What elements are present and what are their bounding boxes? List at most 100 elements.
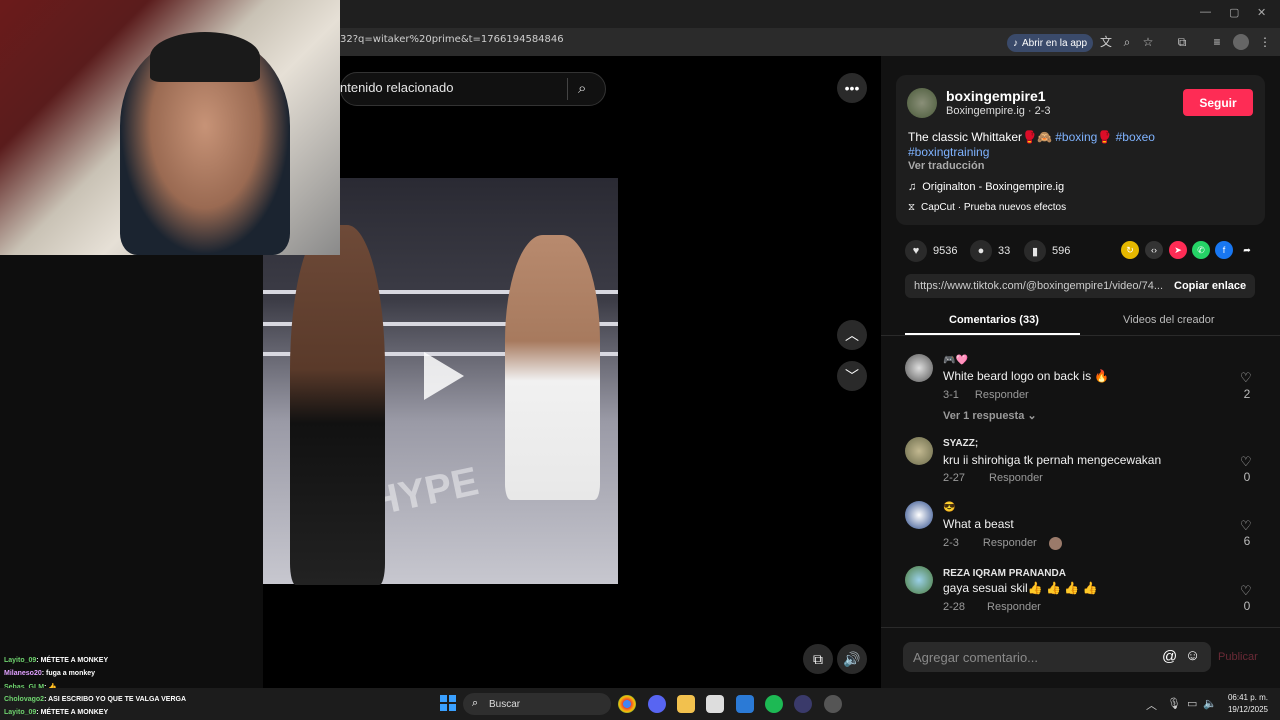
address-bar[interactable]: 32?q=witaker%20prime&t=1766194584846 [340, 34, 564, 45]
reading-list-icon[interactable]: ≡ [1209, 34, 1225, 50]
more-options-icon[interactable]: ••• [837, 73, 867, 103]
comment-like-count: 2 [1243, 387, 1251, 401]
tray-chevron-icon[interactable]: ︿ [1146, 697, 1157, 713]
next-video-icon[interactable]: ﹀ [837, 361, 867, 391]
reply-button[interactable]: Responder [983, 537, 1037, 550]
commenter-avatar[interactable] [905, 501, 933, 529]
whatsapp-icon[interactable]: ✆ [1192, 241, 1210, 259]
search-divider [567, 78, 568, 100]
hashtag-link[interactable]: #boxingtraining [908, 145, 989, 159]
search-input[interactable]: ntenido relacionado [340, 80, 453, 95]
chat-message: Milaneso20: fuga a monkey [4, 670, 96, 677]
translate-icon[interactable]: 文 [1098, 34, 1114, 50]
heart-icon: ♥ [905, 240, 927, 262]
comment-meta: 2-28 Responder [943, 601, 1041, 613]
comment-like-icon[interactable]: ♡ [1240, 518, 1252, 534]
comment-author[interactable]: SYAZZ; [943, 438, 978, 449]
file-explorer-taskbar-icon[interactable] [677, 695, 695, 713]
tab-comments[interactable]: Comentarios (33) [949, 314, 1039, 326]
windows-start-icon[interactable] [440, 695, 456, 711]
tab-creator-videos[interactable]: Videos del creador [1123, 314, 1215, 326]
copy-link-button[interactable]: Copiar enlace [1174, 280, 1246, 292]
video-fighter [505, 235, 600, 500]
taskbar-search[interactable] [463, 693, 611, 715]
bookmark-icon: ▮ [1024, 240, 1046, 262]
taskbar-time[interactable]: 06:41 p. m. [1222, 693, 1268, 702]
obs-taskbar-icon[interactable] [824, 695, 842, 713]
effect-row[interactable]: ⧖ CapCut · Prueba nuevos efectos [908, 202, 1066, 213]
follow-button[interactable]: Seguir [1183, 89, 1253, 116]
publish-button[interactable]: Publicar [1218, 651, 1258, 663]
reply-button[interactable]: Responder [989, 472, 1043, 484]
hashtag-link[interactable]: #boxing [1055, 130, 1097, 144]
video-url: https://www.tiktok.com/@boxingempire1/vi… [914, 280, 1163, 292]
commenter-avatar[interactable] [905, 566, 933, 594]
comment-meta: 2-3 Responder [943, 537, 1062, 550]
music-note-icon: ♫ [908, 181, 917, 193]
emoji-icon[interactable]: ☺ [1185, 647, 1200, 664]
comment-author[interactable]: REZA IQRAM PRANANDA [943, 568, 1066, 579]
profile-avatar[interactable] [1233, 34, 1249, 50]
taskbar-date[interactable]: 19/12/2025 [1222, 705, 1268, 714]
comment-meta: 3-1 Responder [943, 389, 1029, 401]
comment-text: gaya sesuai skil👍 👍 👍 👍 [943, 581, 1098, 595]
comment-stat[interactable]: ● 33 [970, 240, 1010, 262]
store-taskbar-icon[interactable] [706, 695, 724, 713]
save-stat[interactable]: ▮ 596 [1024, 240, 1070, 262]
chat-message: Layito_09: MÉTETE A MONKEY [4, 709, 109, 716]
like-stat[interactable]: ♥ 9536 [905, 240, 957, 262]
mic-icon[interactable]: 🎙 [1167, 697, 1181, 710]
chrome-taskbar-icon[interactable] [618, 695, 636, 713]
author-username[interactable]: boxingempire1 [946, 88, 1046, 104]
app-taskbar-icon[interactable] [794, 695, 812, 713]
chat-message: Cholovago2: ASI ESCRIBO YO QUE TE VALGA … [4, 696, 187, 703]
previous-video-icon[interactable]: ︿ [837, 320, 867, 350]
view-replies-link[interactable]: Ver 1 respuesta ⌄ [943, 409, 1037, 422]
extensions-icon[interactable]: ⧉ [1174, 34, 1190, 50]
comment-like-icon[interactable]: ♡ [1240, 454, 1252, 470]
open-in-app-button[interactable]: ♪ Abrir en la app [1007, 34, 1094, 52]
mail-taskbar-icon[interactable] [736, 695, 754, 713]
minimize-icon[interactable]: — [1200, 6, 1211, 18]
discord-taskbar-icon[interactable] [648, 695, 666, 713]
taskbar-search-label[interactable]: Buscar [489, 699, 520, 710]
close-window-icon[interactable]: ✕ [1257, 6, 1266, 19]
zoom-icon[interactable]: ⌕ [1119, 34, 1135, 50]
mention-icon[interactable]: @ [1162, 648, 1177, 665]
comment-input[interactable]: Agregar comentario... [913, 650, 1038, 665]
taskbar-search-icon: ⌕ [472, 697, 479, 709]
browser-menu-icon[interactable]: ⋮ [1257, 34, 1273, 50]
speaker-icon[interactable]: 🔈 [1203, 697, 1217, 710]
pip-icon[interactable]: ⧉ [803, 644, 833, 674]
tiktok-icon: ♪ [1013, 37, 1018, 49]
facebook-icon[interactable]: f [1215, 241, 1233, 259]
reply-button[interactable]: Responder [987, 601, 1041, 613]
see-translation-link[interactable]: Ver traducción [908, 160, 984, 172]
comment-like-count: 6 [1243, 534, 1251, 548]
network-icon[interactable]: ▭ [1187, 697, 1197, 710]
comment-like-count: 0 [1243, 470, 1251, 484]
reply-button[interactable]: Responder [975, 389, 1029, 401]
comment-author[interactable]: 😎 [943, 502, 955, 513]
maximize-icon[interactable]: ▢ [1229, 6, 1239, 19]
send-icon[interactable]: ➤ [1169, 241, 1187, 259]
play-icon[interactable] [424, 352, 464, 400]
video-fighter [290, 225, 385, 585]
author-avatar[interactable] [907, 88, 937, 118]
music-row[interactable]: ♫ Originalton - Boxingempire.ig [908, 181, 1064, 193]
comment-text: kru ii shirohiga tk pernah mengecewakan [943, 453, 1162, 467]
chat-message: Layito_09: MÉTETE A MONKEY [4, 657, 109, 664]
repost-icon[interactable]: ↻ [1121, 241, 1139, 259]
spotify-taskbar-icon[interactable] [765, 695, 783, 713]
commenter-avatar[interactable] [905, 437, 933, 465]
comment-like-icon[interactable]: ♡ [1240, 583, 1252, 599]
comment-author[interactable]: 🎮🩷 [943, 355, 968, 366]
bookmark-star-icon[interactable]: ☆ [1140, 34, 1156, 50]
commenter-avatar[interactable] [905, 354, 933, 382]
comment-like-icon[interactable]: ♡ [1240, 370, 1252, 386]
embed-icon[interactable]: ‹› [1145, 241, 1163, 259]
search-icon[interactable]: ⌕ [578, 80, 586, 97]
volume-icon[interactable]: 🔊 [837, 644, 867, 674]
hashtag-link[interactable]: #boxeo [1116, 130, 1155, 144]
share-icon[interactable]: ➦ [1238, 241, 1256, 259]
